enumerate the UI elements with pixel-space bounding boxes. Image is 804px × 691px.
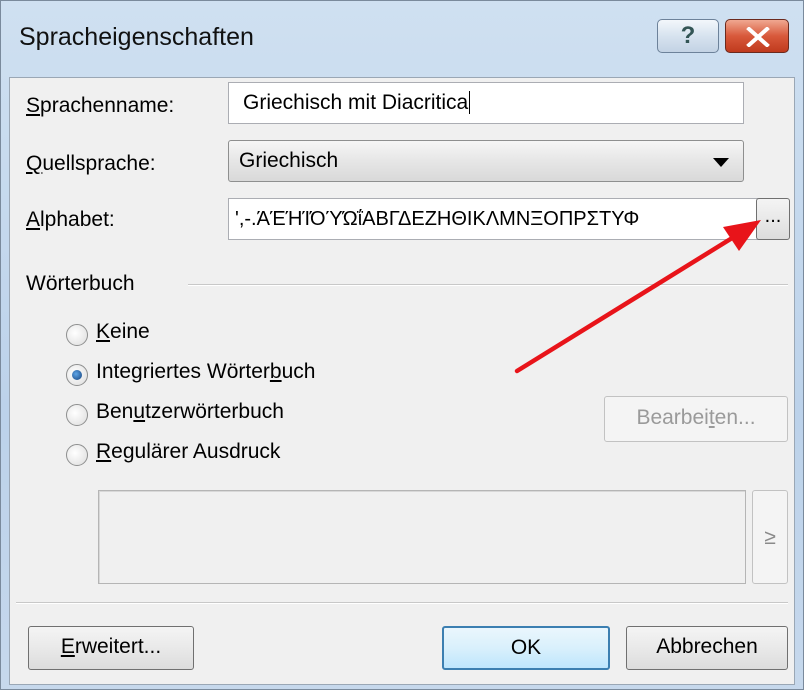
- annotation-arrow-icon: [514, 220, 761, 374]
- dialog-window: Spracheigenschaften ? Sprachenname: Grie…: [0, 0, 804, 690]
